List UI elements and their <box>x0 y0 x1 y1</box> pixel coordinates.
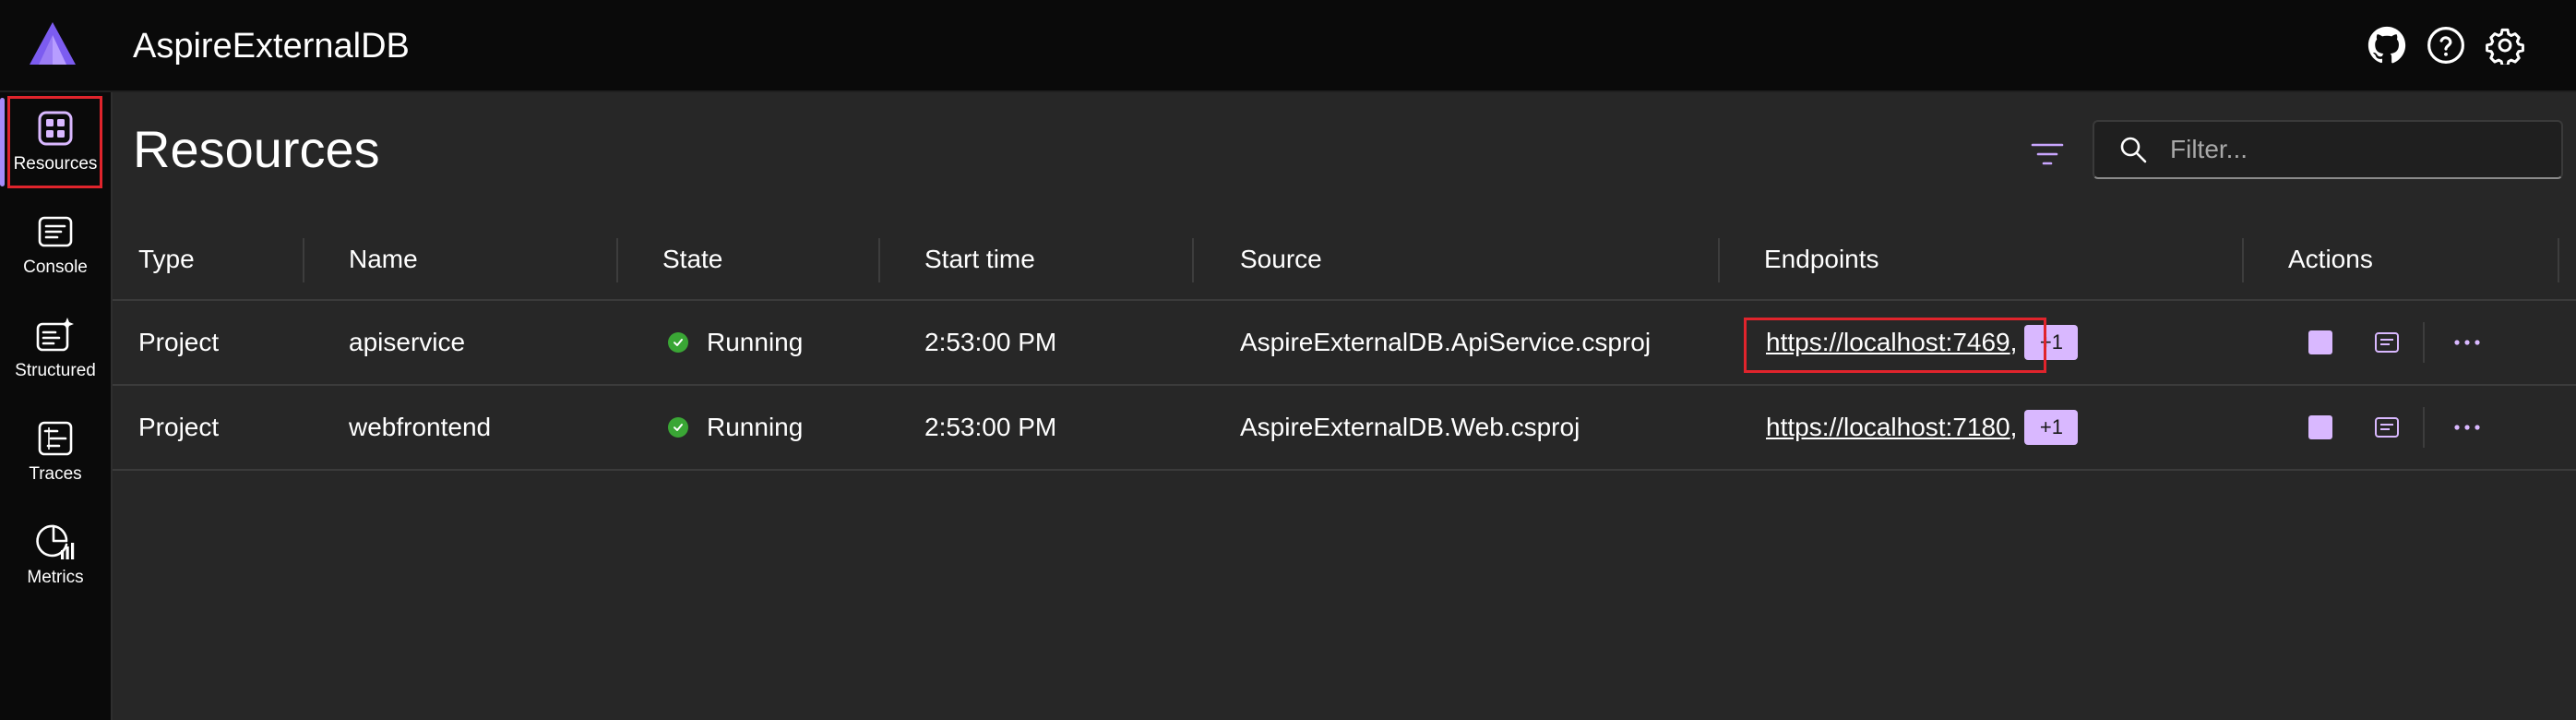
nav-label: Metrics <box>27 568 84 587</box>
more-actions-icon[interactable] <box>2449 412 2486 443</box>
nav-label: Console <box>23 258 88 277</box>
column-divider[interactable] <box>2558 238 2559 282</box>
column-header-actions: Actions <box>2288 245 2373 273</box>
stop-icon[interactable] <box>2308 330 2332 354</box>
nav-item-resources[interactable]: Resources <box>0 92 111 192</box>
column-header-type[interactable]: Type <box>138 220 195 299</box>
endpoint-link[interactable]: https://localhost:7180 <box>1766 413 2010 442</box>
more-actions-icon[interactable] <box>2449 327 2486 358</box>
search-input[interactable] <box>2170 135 2539 164</box>
active-indicator <box>0 98 5 186</box>
metrics-icon <box>34 521 77 563</box>
column-divider[interactable] <box>303 238 304 282</box>
github-icon[interactable] <box>2364 22 2410 68</box>
endpoint-separator: , <box>2010 413 2018 441</box>
help-icon[interactable] <box>2423 22 2469 68</box>
cell-endpoints: https://localhost:7180, +1 <box>1766 386 2079 469</box>
state-label: Running <box>707 413 804 441</box>
cell-type: Project <box>138 413 220 441</box>
actions-divider <box>2423 407 2425 448</box>
column-header-name[interactable]: Name <box>349 220 418 299</box>
cell-endpoints: https://localhost:7469, +1 <box>1766 301 2079 384</box>
nav-item-console[interactable]: Console <box>0 196 111 295</box>
page-title: Resources <box>133 120 380 178</box>
column-header-start-time[interactable]: Start time <box>924 220 1035 299</box>
structured-icon <box>34 314 77 356</box>
cell-type: Project <box>138 328 220 356</box>
cell-state: Running <box>668 301 803 384</box>
search-box <box>2093 120 2563 179</box>
column-divider[interactable] <box>1718 238 1720 282</box>
column-header-endpoints[interactable]: Endpoints <box>1764 220 1879 299</box>
running-check-icon <box>668 332 688 353</box>
more-endpoints-badge[interactable]: +1 <box>2024 325 2079 360</box>
cell-start-time: 2:53:00 PM <box>924 328 1057 356</box>
state-label: Running <box>707 328 804 356</box>
column-divider[interactable] <box>2242 238 2244 282</box>
main-content: Resources Type Name State Start time S <box>113 92 2576 720</box>
nav-label: Traces <box>29 464 82 484</box>
column-divider[interactable] <box>1192 238 1194 282</box>
nav-item-structured[interactable]: Structured <box>0 299 111 399</box>
console-logs-icon[interactable] <box>2371 327 2403 358</box>
cell-name: webfrontend <box>349 413 492 441</box>
search-icon <box>2115 131 2152 168</box>
table-row[interactable]: Project apiservice Running 2:53:00 PM As… <box>113 301 2576 386</box>
filter-icon <box>2031 143 2064 165</box>
cell-source: AspireExternalDB.Web.csproj <box>1240 413 1580 441</box>
column-header-state[interactable]: State <box>662 220 722 299</box>
aspire-logo-icon[interactable] <box>26 20 79 68</box>
stop-icon[interactable] <box>2308 415 2332 439</box>
console-logs-icon[interactable] <box>2371 412 2403 443</box>
cell-source: AspireExternalDB.ApiService.csproj <box>1240 328 1652 356</box>
column-divider[interactable] <box>878 238 880 282</box>
app-title: AspireExternalDB <box>133 27 410 66</box>
more-endpoints-badge[interactable]: +1 <box>2024 410 2079 445</box>
column-divider[interactable] <box>616 238 618 282</box>
cell-actions <box>2308 386 2486 469</box>
nav-item-traces[interactable]: Traces <box>0 402 111 502</box>
column-header-source[interactable]: Source <box>1240 220 1322 299</box>
cell-start-time: 2:53:00 PM <box>924 413 1057 441</box>
cell-actions <box>2308 301 2486 384</box>
traces-icon <box>34 417 77 460</box>
endpoint-separator: , <box>2010 328 2018 356</box>
endpoint-link[interactable]: https://localhost:7469 <box>1766 328 2010 357</box>
running-check-icon <box>668 417 688 438</box>
settings-icon[interactable] <box>2482 22 2528 68</box>
filter-button[interactable] <box>2022 129 2072 179</box>
top-header: AspireExternalDB <box>0 0 2576 92</box>
table-header-row: Type Name State Start time Source Endpoi… <box>113 220 2576 301</box>
actions-divider <box>2423 322 2425 363</box>
nav-label: Structured <box>15 361 96 380</box>
console-icon <box>34 210 77 253</box>
table-row[interactable]: Project webfrontend Running 2:53:00 PM A… <box>113 386 2576 471</box>
cell-state: Running <box>668 386 803 469</box>
side-navigation: Resources Console Structured Traces Metr… <box>0 92 113 720</box>
cell-name: apiservice <box>349 328 466 356</box>
nav-item-metrics[interactable]: Metrics <box>0 506 111 606</box>
resources-table: Type Name State Start time Source Endpoi… <box>113 220 2576 471</box>
selection-highlight <box>7 96 102 188</box>
